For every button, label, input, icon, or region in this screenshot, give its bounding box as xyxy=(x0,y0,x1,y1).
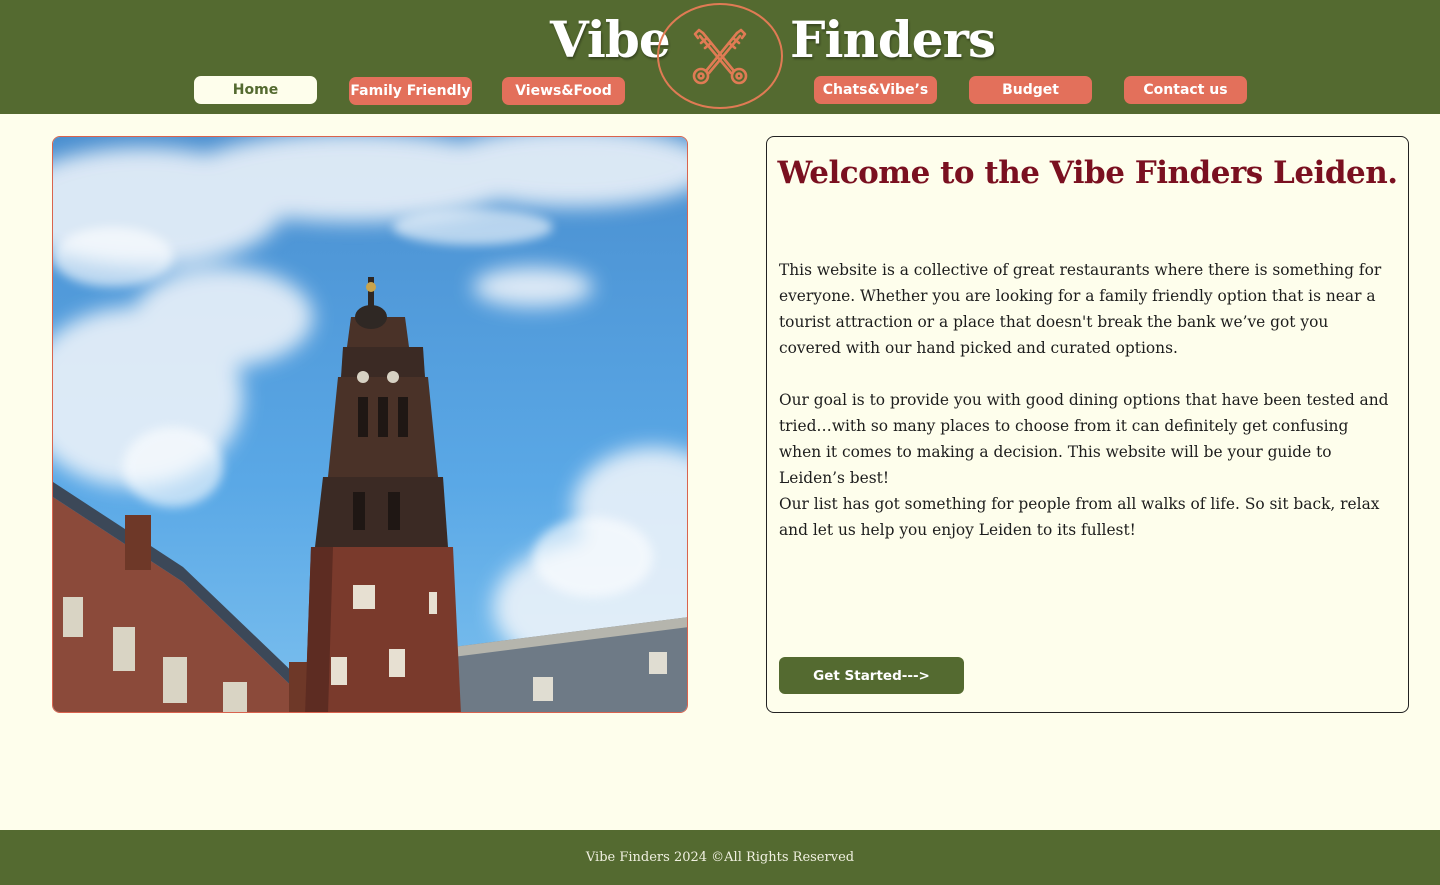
copyright-text: Vibe Finders 2024 ©All Rights Reserved xyxy=(585,850,855,865)
site-footer: Vibe Finders 2024 ©All Rights Reserved xyxy=(0,830,1440,885)
nav-family-friendly-button[interactable]: Family Friendly xyxy=(349,77,472,105)
crossed-keys-icon xyxy=(692,28,748,85)
list-paragraph: Our list has got something for people fr… xyxy=(779,495,1380,539)
brand-word-vibe: Vibe xyxy=(550,10,671,69)
brand-word-finders: Finders xyxy=(790,10,996,69)
nav-chats-vibes-button[interactable]: Chats&Vibe’s xyxy=(814,76,937,104)
tower-photo xyxy=(53,137,687,712)
welcome-panel: Welcome to the Vibe Finders Leiden. This… xyxy=(766,136,1409,713)
logo[interactable] xyxy=(657,3,783,109)
goal-paragraph: Our goal is to provide you with good din… xyxy=(779,391,1389,487)
nav-contact-button[interactable]: Contact us xyxy=(1124,76,1247,104)
page-title: Welcome to the Vibe Finders Leiden. xyxy=(777,155,1398,191)
nav-budget-button[interactable]: Budget xyxy=(969,76,1092,104)
get-started-button[interactable]: Get Started---> xyxy=(779,657,964,694)
hero-photo xyxy=(52,136,688,713)
nav-home-button[interactable]: Home xyxy=(194,76,317,104)
intro-paragraph: This website is a collective of great re… xyxy=(779,261,1382,357)
site-header: Vibe Finders Home Family Friendly Views&… xyxy=(0,0,1440,114)
nav-views-food-button[interactable]: Views&Food xyxy=(502,77,625,105)
